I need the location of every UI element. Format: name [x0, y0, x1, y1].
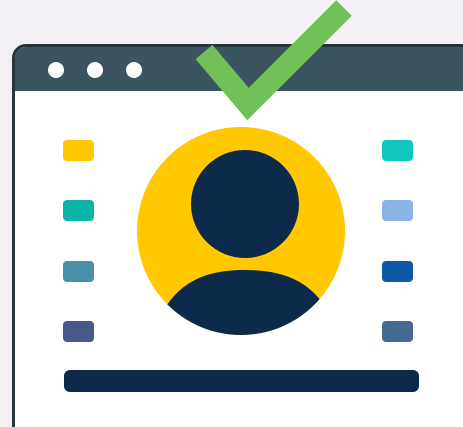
avatar-icon: [137, 127, 345, 335]
illustration-canvas: [0, 0, 463, 427]
avatar-head: [191, 150, 299, 258]
checkmark-icon: [195, 0, 352, 121]
avatar-graphic: [137, 0, 352, 335]
